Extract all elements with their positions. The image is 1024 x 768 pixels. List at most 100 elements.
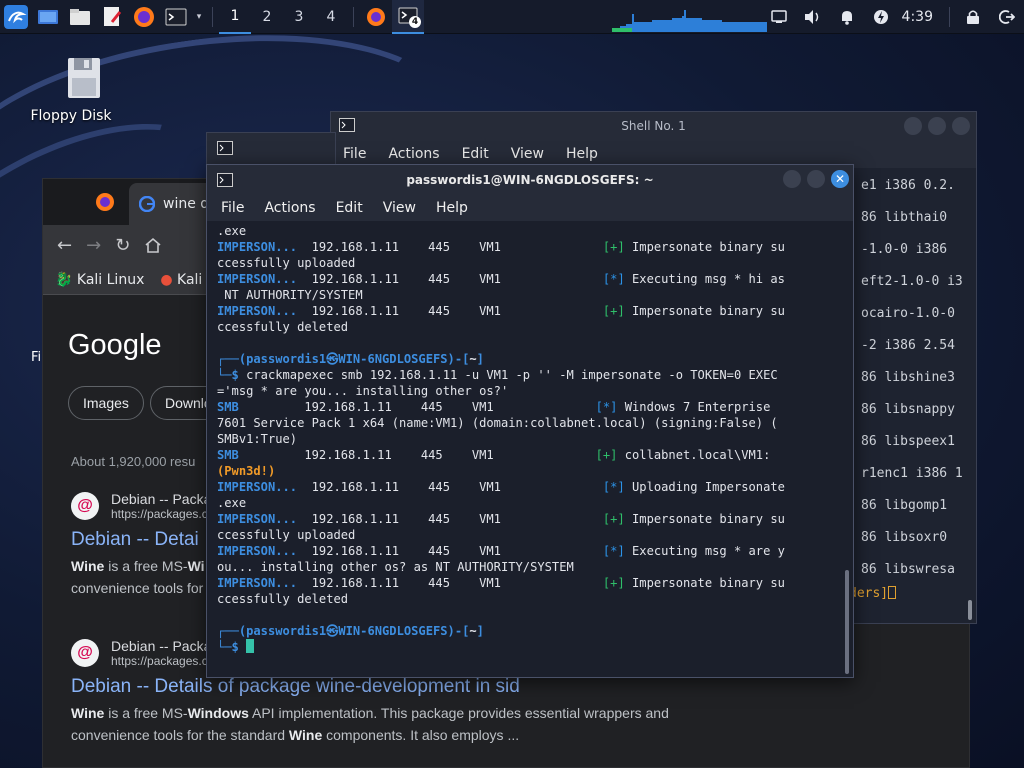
output-line: 86 libthai0 [861, 210, 948, 225]
prompt-user: passwordis1 [246, 624, 327, 638]
menu-view[interactable]: View [511, 146, 544, 162]
result-title-link[interactable]: Debian -- Details of package wine-develo… [71, 676, 711, 698]
module-tag: IMPERSON... [217, 544, 298, 558]
lock-screen-button[interactable] [956, 0, 990, 34]
folder-icon [70, 8, 90, 25]
snippet-text: is a free MS- [104, 558, 188, 574]
status-star: [*] [602, 272, 625, 286]
output-line: NT AUTHORITY/SYSTEM [217, 287, 837, 303]
output-line: (Pwn3d!) [217, 463, 837, 479]
maximize-button[interactable] [807, 170, 825, 188]
status-star: [*] [602, 544, 625, 558]
menu-actions[interactable]: Actions [264, 200, 315, 216]
target-name: VM1 [479, 240, 501, 254]
bell-icon [841, 11, 852, 25]
snippet-bold: Wi [187, 558, 205, 574]
port: 445 [428, 240, 450, 254]
launcher-dropdown-button[interactable]: ▾ [192, 0, 206, 34]
task-firefox[interactable] [360, 0, 392, 34]
terminal-window-main: passwordis1@WIN-6NGDLOSGEFS: ~ ✕ File Ac… [206, 164, 854, 678]
result-site-name: Debian -- Packa [111, 491, 212, 507]
file-manager-button[interactable] [64, 0, 96, 34]
workspace-4[interactable]: 4 [315, 0, 347, 34]
port: 445 [428, 512, 450, 526]
window-count-badge: 4 [409, 15, 421, 28]
volume-icon [804, 10, 818, 24]
result-snippet: Wine is a free MS-Windows API implementa… [71, 702, 711, 746]
desktop-icon-label-partial[interactable]: Fi [31, 350, 41, 365]
workspace-1[interactable]: 1 [219, 0, 251, 34]
window-titlebar[interactable]: Shell No. 1 [331, 112, 976, 140]
output-line: IMPERSON... 192.168.1.11 445 VM1 [*] Exe… [217, 271, 837, 287]
workspace-3[interactable]: 3 [283, 0, 315, 34]
bookmark-kali-linux[interactable]: 🐉 Kali Linux [55, 272, 144, 288]
system-tray: 4:39 [762, 0, 1024, 34]
menu-actions[interactable]: Actions [388, 146, 439, 162]
task-terminals[interactable]: 4 [392, 0, 424, 34]
port: 445 [420, 400, 443, 414]
minimize-button[interactable] [904, 117, 922, 135]
terminal-launcher-button[interactable] [160, 0, 192, 34]
output-text: Uploading Impersonate [632, 480, 785, 494]
firefox-icon [96, 193, 114, 211]
clock[interactable]: 4:39 [898, 9, 943, 25]
prompt-text: ders] [849, 586, 889, 601]
desktop-icon [38, 9, 58, 24]
show-desktop-button[interactable] [32, 0, 64, 34]
power-manager-button[interactable] [864, 0, 898, 34]
forward-arrow-icon[interactable]: → [86, 235, 101, 256]
output-line: r1enc1 i386 1 [861, 466, 963, 481]
taskbar-separator [353, 6, 354, 27]
prompt-host: WIN-6NGDLOSGEFS [338, 624, 448, 638]
maximize-button[interactable] [928, 117, 946, 135]
ip-address: 192.168.1.11 [304, 448, 392, 462]
logout-button[interactable] [990, 0, 1024, 34]
module-tag: SMB [217, 400, 239, 414]
output-line: SMB 192.168.1.11 445 VM1 [*] Windows 7 E… [217, 399, 837, 415]
menu-help[interactable]: Help [436, 200, 468, 216]
close-button[interactable]: ✕ [831, 170, 849, 188]
snippet-text: convenience tools for the standard [71, 727, 289, 743]
minimize-button[interactable] [783, 170, 801, 188]
home-icon[interactable] [144, 237, 162, 253]
menu-edit[interactable]: Edit [462, 146, 489, 162]
snippet-text: is a free MS- [104, 705, 188, 721]
close-button[interactable] [952, 117, 970, 135]
output-line: IMPERSON... 192.168.1.11 445 VM1 [*] Exe… [217, 543, 837, 559]
scrollbar[interactable] [845, 570, 849, 674]
text-editor-button[interactable] [96, 0, 128, 34]
display-button[interactable] [762, 0, 796, 34]
text-cursor [246, 639, 255, 653]
output-line: IMPERSON... 192.168.1.11 445 VM1 [+] Imp… [217, 511, 837, 527]
menu-help[interactable]: Help [566, 146, 598, 162]
prompt-at: ㉿ [326, 624, 339, 638]
menu-view[interactable]: View [383, 200, 416, 216]
output-line: IMPERSON... 192.168.1.11 445 VM1 [+] Imp… [217, 239, 837, 255]
status-plus: [+] [602, 576, 625, 590]
back-arrow-icon[interactable]: ← [57, 235, 72, 256]
filter-chip-images[interactable]: Images [68, 386, 144, 420]
menu-file[interactable]: File [343, 146, 366, 162]
scrollbar[interactable] [968, 600, 972, 620]
window-titlebar[interactable]: passwordis1@WIN-6NGDLOSGEFS: ~ ✕ [207, 165, 853, 195]
reload-icon[interactable]: ↻ [115, 235, 130, 256]
command-line[interactable]: └─$ [217, 639, 837, 655]
menu-file[interactable]: File [221, 200, 244, 216]
kali-menu-button[interactable] [0, 0, 32, 34]
menu-edit[interactable]: Edit [336, 200, 363, 216]
kali-tools-icon: ● [160, 271, 173, 288]
notifications-button[interactable] [830, 0, 864, 34]
output-line: SMBv1:True) [217, 431, 837, 447]
firefox-launcher-button[interactable] [128, 0, 160, 34]
ip-address: 192.168.1.11 [304, 400, 392, 414]
output-line: ccessfully uploaded [217, 527, 837, 543]
desktop-icon-floppy[interactable]: Floppy Disk [26, 56, 116, 124]
terminal-output[interactable]: .exe IMPERSON... 192.168.1.11 445 VM1 [+]… [217, 223, 837, 673]
workspace-2[interactable]: 2 [251, 0, 283, 34]
volume-button[interactable] [796, 0, 830, 34]
terminal-output[interactable]: e1 i386 0.2. 86 libthai0 -1.0-0 i386 eft… [861, 170, 963, 586]
module-tag: IMPERSON... [217, 512, 298, 526]
result-url: https://packages.c [111, 654, 208, 668]
output-text: ccessfully uploaded [217, 256, 356, 270]
